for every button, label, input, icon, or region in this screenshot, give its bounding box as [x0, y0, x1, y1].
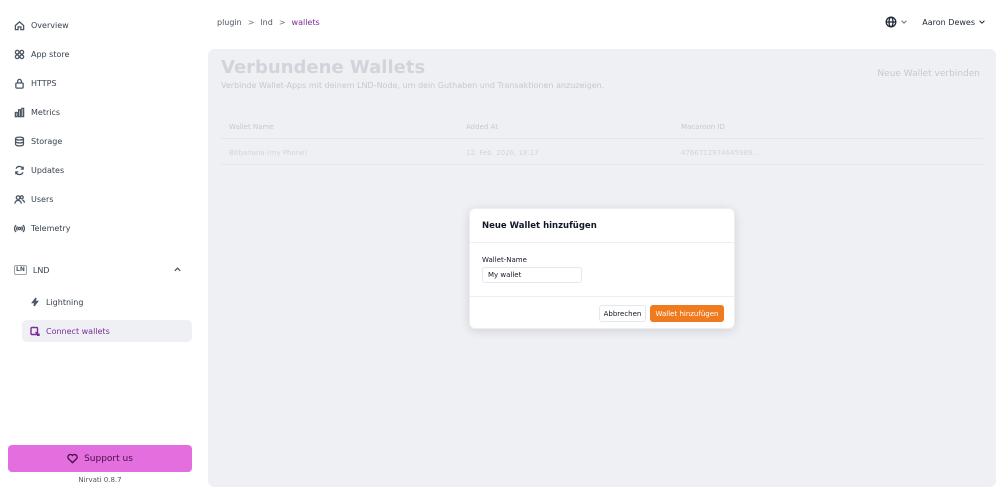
sidebar-item-users[interactable]: Users: [14, 189, 53, 209]
sidebar: Overview App store HTTPS Metrics Storage…: [0, 0, 200, 495]
sidebar-item-label: Storage: [31, 136, 63, 146]
user-menu[interactable]: Aaron Dewes: [922, 18, 986, 27]
dialog-divider: [470, 296, 734, 297]
bolt-icon: [31, 297, 39, 307]
sidebar-item-connect-wallets[interactable]: Connect wallets: [22, 320, 192, 342]
wallet-link-icon: [30, 326, 40, 336]
wallet-name-label: Wallet-Name: [482, 256, 527, 264]
add-wallet-dialog: Neue Wallet hinzufügen Wallet-Name Abbre…: [469, 208, 735, 329]
user-name: Aaron Dewes: [922, 17, 975, 27]
table-header: Wallet Name Added At Macaroon ID: [221, 117, 983, 139]
home-icon: [14, 20, 25, 30]
chevron-down-icon: [901, 20, 908, 24]
table-row[interactable]: Bitbanana (my Phone) 12. Feb. 2026, 18:1…: [221, 143, 983, 165]
connect-new-wallet-button[interactable]: Neue Wallet verbinden: [877, 69, 980, 79]
heart-icon: [67, 453, 78, 464]
users-icon: [14, 194, 25, 204]
sidebar-item-label: Telemetry: [31, 223, 71, 233]
sidebar-group-label: LND: [32, 265, 50, 275]
support-us-button[interactable]: Support us: [8, 445, 192, 472]
sidebar-item-label: App store: [31, 49, 70, 59]
sidebar-item-https[interactable]: HTTPS: [14, 73, 57, 93]
page-subtitle: Verbinde Wallet-Apps mit deinem LND-Node…: [221, 81, 605, 90]
sidebar-item-updates[interactable]: Updates: [14, 160, 64, 180]
sidebar-item-label: Lightning: [46, 297, 84, 307]
wallet-name-cell: Bitbanana (my Phone): [229, 149, 308, 157]
dialog-divider: [470, 242, 734, 243]
sidebar-item-label: Overview: [31, 20, 69, 30]
sidebar-group-lnd[interactable]: LN LND: [14, 261, 190, 279]
globe-icon: [885, 16, 897, 28]
macaroon-id-cell: 4766712974645989...: [681, 149, 759, 157]
add-wallet-button[interactable]: Wallet hinzufügen: [650, 305, 724, 322]
sidebar-item-label: Connect wallets: [46, 326, 110, 336]
support-us-label: Support us: [84, 453, 133, 464]
wallet-name-input[interactable]: [482, 267, 582, 283]
sidebar-item-overview[interactable]: Overview: [14, 15, 69, 35]
app-version: Nirvati 0.8.7: [78, 476, 122, 484]
page-title: Verbundene Wallets: [221, 57, 426, 78]
sidebar-item-storage[interactable]: Storage: [14, 131, 62, 151]
column-header: Added At: [466, 123, 498, 131]
lnd-logo-icon: LN: [14, 265, 27, 275]
sidebar-item-telemetry[interactable]: Telemetry: [14, 218, 70, 238]
chevron-down-icon: [979, 20, 985, 24]
broadcast-icon: [14, 224, 25, 232]
header-actions: Aaron Dewes: [885, 14, 986, 30]
column-header: Wallet Name: [229, 123, 274, 131]
chevron-right-icon: >: [278, 17, 286, 27]
database-icon: [14, 135, 25, 147]
dialog-title: Neue Wallet hinzufügen: [482, 221, 597, 231]
language-switcher[interactable]: [885, 16, 908, 28]
breadcrumb-item-plugin[interactable]: plugin: [217, 18, 242, 27]
bar-chart-icon: [14, 107, 25, 117]
breadcrumb: plugin > lnd > wallets: [217, 15, 320, 29]
sidebar-item-label: Users: [31, 194, 54, 204]
column-header: Macaroon ID: [681, 123, 725, 131]
chevron-up-icon[interactable]: [173, 265, 182, 274]
sidebar-item-app-store[interactable]: App store: [14, 44, 69, 64]
cancel-button[interactable]: Abbrechen: [599, 305, 646, 322]
sidebar-item-label: HTTPS: [31, 78, 57, 88]
sidebar-item-label: Updates: [31, 165, 65, 175]
sidebar-item-metrics[interactable]: Metrics: [14, 102, 60, 122]
chevron-right-icon: >: [247, 17, 255, 27]
breadcrumb-item-lnd[interactable]: lnd: [260, 18, 272, 27]
grid-icon: [14, 49, 25, 59]
lock-icon: [15, 78, 24, 89]
added-at-cell: 12. Feb. 2026, 18:17: [466, 149, 539, 157]
refresh-icon: [15, 165, 24, 175]
sidebar-item-lightning[interactable]: Lightning: [22, 291, 192, 313]
breadcrumb-item-wallets: wallets: [291, 17, 320, 27]
sidebar-item-label: Metrics: [31, 107, 61, 117]
